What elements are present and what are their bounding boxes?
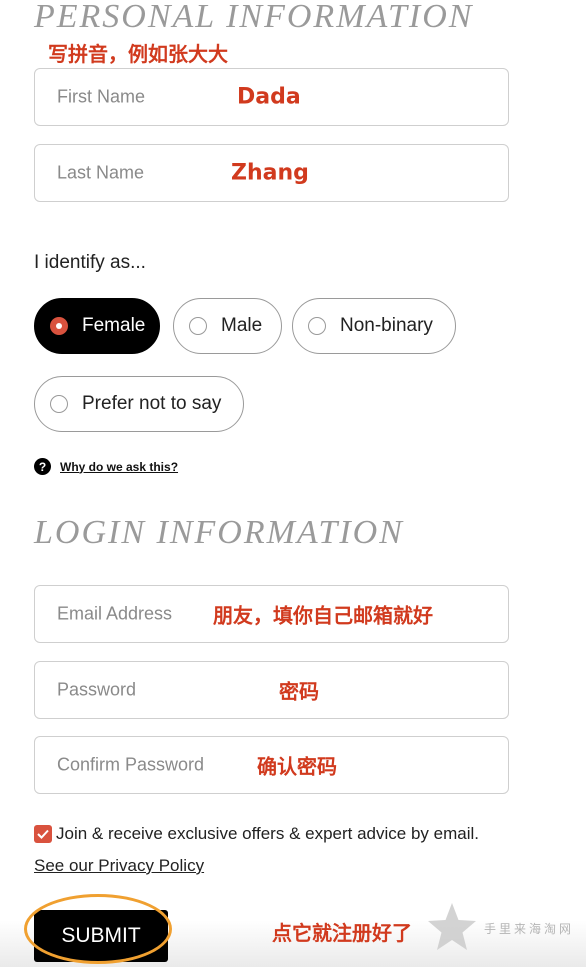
first-name-annotation: Dada: [237, 84, 301, 110]
email-field[interactable]: Email Address 朋友，填你自己邮箱就好: [34, 585, 509, 643]
email-placeholder: Email Address: [57, 603, 173, 624]
option-label: Male: [221, 315, 263, 336]
radio-icon: [308, 317, 326, 335]
newsletter-option[interactable]: Join & receive exclusive offers & expert…: [34, 824, 479, 844]
submit-button[interactable]: SUBMIT: [34, 910, 168, 962]
pinyin-annotation: 写拼音，例如张大大: [48, 42, 228, 66]
confirm-password-placeholder: Confirm Password: [57, 754, 205, 775]
password-field[interactable]: Password 密码: [34, 661, 509, 719]
confirm-password-field[interactable]: Confirm Password 确认密码: [34, 736, 509, 794]
why-ask-text: Why do we ask this?: [60, 459, 179, 474]
last-name-field[interactable]: Last Name Zhang: [34, 144, 509, 202]
option-label: Non-binary: [340, 315, 433, 336]
checkbox-checked-icon[interactable]: [34, 825, 52, 843]
password-annotation: 密码: [279, 679, 319, 704]
email-annotation: 朋友，填你自己邮箱就好: [213, 603, 433, 628]
last-name-placeholder: Last Name: [57, 162, 145, 183]
identify-label: I identify as...: [34, 252, 146, 273]
watermark-text: 手里来海淘网: [484, 922, 575, 936]
first-name-field[interactable]: First Name Dada: [34, 68, 509, 126]
confirm-password-annotation: 确认密码: [257, 754, 337, 779]
radio-icon: [189, 317, 207, 335]
option-female[interactable]: Female: [34, 298, 160, 354]
radio-icon: [50, 395, 68, 413]
first-name-placeholder: First Name: [57, 86, 146, 107]
login-info-heading: LOGIN INFORMATION: [34, 514, 404, 551]
submit-annotation: 点它就注册好了: [272, 921, 412, 945]
personal-info-heading: PERSONAL INFORMATION: [34, 0, 474, 35]
newsletter-text: Join & receive exclusive offers & expert…: [56, 824, 479, 843]
question-icon: ?: [34, 458, 51, 475]
watermark-star-icon: [428, 903, 476, 950]
option-male[interactable]: Male: [173, 298, 282, 354]
option-label: Female: [82, 315, 146, 336]
submit-label: SUBMIT: [61, 924, 141, 947]
option-label: Prefer not to say: [82, 393, 222, 414]
password-placeholder: Password: [57, 679, 137, 700]
why-ask-link[interactable]: ? Why do we ask this?: [34, 458, 178, 475]
privacy-policy-link[interactable]: See our Privacy Policy: [34, 856, 204, 876]
option-non-binary[interactable]: Non-binary: [292, 298, 456, 354]
last-name-annotation: Zhang: [231, 160, 309, 186]
radio-selected-icon: [50, 317, 68, 335]
option-prefer-not-to-say[interactable]: Prefer not to say: [34, 376, 244, 432]
